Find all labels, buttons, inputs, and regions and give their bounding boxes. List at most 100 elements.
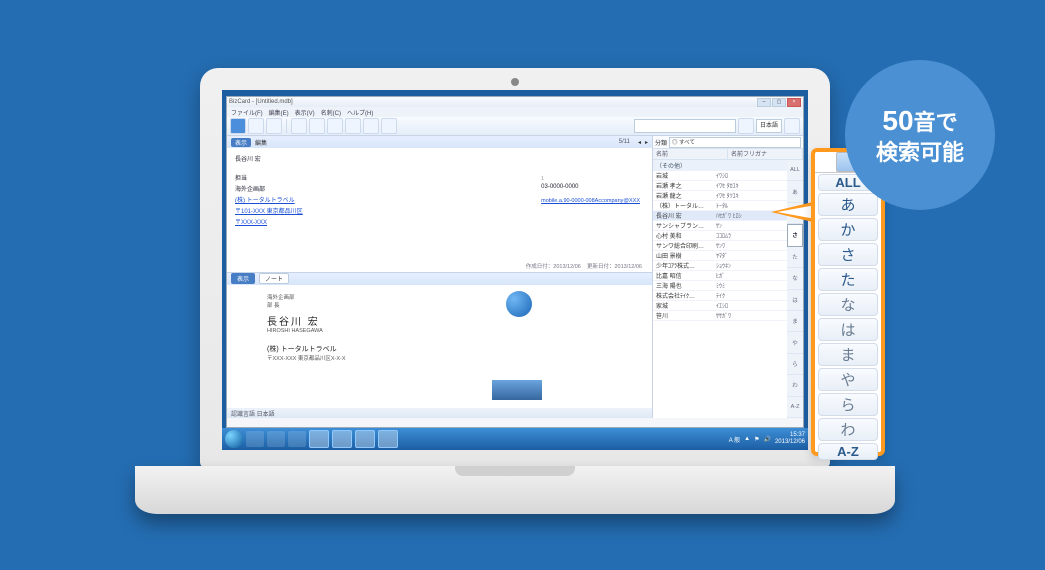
search-button[interactable]	[738, 118, 754, 134]
list-item[interactable]: （株）トータル…ﾄｰﾀﾙ	[653, 201, 787, 211]
tray-icon-2[interactable]: ⚑	[754, 436, 759, 443]
index-tab-は[interactable]: は	[787, 290, 803, 311]
callout-index-わ[interactable]: わ	[818, 418, 878, 441]
list-item[interactable]: 株式会社ﾃｲｸ…ﾃｲｸ	[653, 291, 787, 301]
index-tab-さ[interactable]: さ	[787, 224, 803, 246]
toolbar-btn-4[interactable]	[291, 118, 307, 134]
tray-icon[interactable]: ▲	[744, 436, 750, 442]
side-dropdown[interactable]: ◎ すべて	[669, 137, 801, 148]
callout-index-あ[interactable]: あ	[818, 193, 878, 216]
side-column-headers: 名前 名前フリガナ	[653, 149, 803, 160]
toolbar-btn-9[interactable]	[381, 118, 397, 134]
list-item[interactable]: サンワ総合印刷…ｻﾝﾜ	[653, 241, 787, 251]
app-statusbar: 認識言語 日本語	[227, 408, 652, 418]
index-tab-ALL[interactable]: ALL	[787, 160, 803, 181]
maximize-button[interactable]: ▢	[772, 98, 786, 107]
callout-index-ま[interactable]: ま	[818, 343, 878, 366]
detail-zip[interactable]: 〒XXX-XXX	[235, 217, 644, 226]
taskbar-media-icon[interactable]	[288, 431, 306, 447]
callout-index-ら[interactable]: ら	[818, 393, 878, 416]
card-dept: 海外企画部	[267, 293, 612, 301]
taskbar-app-4[interactable]	[378, 430, 398, 448]
index-tab-や[interactable]: や	[787, 332, 803, 353]
list-item[interactable]: 少年ｺｱﾗ株式…ｼｮｳﾈﾝ	[653, 261, 787, 271]
taskbar-app-3[interactable]	[355, 430, 375, 448]
taskbar-clock[interactable]: 15:37 2013/12/06	[775, 432, 805, 446]
minimize-button[interactable]: –	[757, 98, 771, 107]
taskbar-app-1[interactable]	[309, 430, 329, 448]
callout-line2: 検索可能	[876, 140, 964, 165]
index-tab-ま[interactable]: ま	[787, 311, 803, 332]
callout-index-や[interactable]: や	[818, 368, 878, 391]
card-tab-view[interactable]: 表示	[231, 273, 255, 284]
menu-view[interactable]: 表示(V)	[295, 108, 315, 117]
contact-list[interactable]: （その他）岩城ｲﾜｼﾛ岩瀬 孝之ｲﾜｾ ﾀｶﾕｷ岩瀬 龍之ｲﾜｾ ﾀﾂﾕｷ（株）…	[653, 160, 787, 418]
list-item[interactable]: 岩瀬 孝之ｲﾜｾ ﾀｶﾕｷ	[653, 181, 787, 191]
list-item[interactable]: 山田 景樹ﾔﾏﾀﾞ	[653, 251, 787, 261]
phonetic-index: ALLあかさたなはまやらわA-Z	[787, 160, 803, 418]
card-photo	[492, 380, 542, 400]
callout-index-た[interactable]: た	[818, 268, 878, 291]
detail-name: 長谷川 宏	[235, 154, 644, 163]
search-input[interactable]	[634, 119, 736, 133]
card-address: 〒XXX-XXX 東京都品川区X-X-X	[267, 354, 612, 362]
toolbar-btn-5[interactable]	[309, 118, 325, 134]
callout-index-は[interactable]: は	[818, 318, 878, 341]
toolbar-btn-1[interactable]	[230, 118, 246, 134]
taskbar-ie-icon[interactable]	[246, 431, 264, 447]
tray-icon-3[interactable]: 🔊	[763, 436, 770, 443]
list-item[interactable]: 心村 美和ｺｺﾛﾑﾗ	[653, 231, 787, 241]
menu-card[interactable]: 名刺(C)	[321, 108, 341, 117]
callout-number: 50	[882, 105, 913, 136]
edit-tab[interactable]: 編集	[255, 138, 267, 147]
taskbar-app-2[interactable]	[332, 430, 352, 448]
detail-dates: 作成日付：2013/12/06 更新日付：2013/12/06	[526, 262, 642, 270]
ime-indicator[interactable]: A 般	[729, 435, 740, 444]
language-indicator[interactable]: 日本語	[756, 119, 782, 133]
detail-address[interactable]: 〒101-XXX 東京都品川区	[235, 206, 644, 215]
list-item[interactable]: 岩城ｲﾜｼﾛ	[653, 171, 787, 181]
detail-pane: 長谷川 宏 担当 海外企画部 (株) トータルトラベル 〒101-XXX 東京都…	[227, 148, 652, 273]
menu-edit[interactable]: 編集(E)	[269, 108, 289, 117]
menu-help[interactable]: ヘルプ(H)	[347, 108, 373, 117]
business-card-preview: 海外企画部 部 長 長谷川 宏 HIROSHI HASEGAWA (株) トータ…	[227, 285, 652, 409]
index-tab-ら[interactable]: ら	[787, 354, 803, 375]
col-name[interactable]: 名前	[653, 149, 728, 159]
list-item[interactable]: サンシャブラン…ｻﾝ	[653, 221, 787, 231]
menubar: ファイル(F) 編集(E) 表示(V) 名刺(C) ヘルプ(H)	[227, 107, 803, 117]
pager-prev-icon[interactable]: ◂	[638, 139, 641, 146]
callout-index-さ[interactable]: さ	[818, 243, 878, 266]
index-tab-わ[interactable]: わ	[787, 375, 803, 396]
toolbar-btn-6[interactable]	[327, 118, 343, 134]
toolbar-btn-2[interactable]	[248, 118, 264, 134]
toolbar-btn-7[interactable]	[345, 118, 361, 134]
toolbar-btn-3[interactable]	[266, 118, 282, 134]
index-tab-な[interactable]: な	[787, 268, 803, 289]
titlebar[interactable]: BizCard - [Untitled.mdb] – ▢ ×	[227, 97, 803, 107]
list-item[interactable]: 笹川ｻｻｶﾞﾜ	[653, 311, 787, 321]
menu-file[interactable]: ファイル(F)	[231, 108, 263, 117]
close-button[interactable]: ×	[787, 98, 801, 107]
record-pager: 5/11	[619, 139, 630, 145]
callout-index-A-Z[interactable]: A-Z	[818, 443, 878, 460]
index-tab-た[interactable]: た	[787, 247, 803, 268]
view-tab[interactable]: 表示	[231, 138, 251, 147]
main-panel: 表示 編集 5/11 ◂ ▸ 長谷川 宏 担当 海外企画部 (株) トータルトラ…	[227, 136, 652, 418]
card-tab-note[interactable]: ノート	[259, 273, 289, 284]
list-item[interactable]: 長谷川 宏ﾊｾｶﾞﾜ ﾋﾛｼ	[653, 211, 787, 221]
taskbar-explorer-icon[interactable]	[267, 431, 285, 447]
list-item[interactable]: 家城ｲｴｼﾛ	[653, 301, 787, 311]
detail-email[interactable]: mobile.a.90-0000-008Accompany@XXX	[541, 198, 640, 204]
list-item[interactable]: 岩瀬 龍之ｲﾜｾ ﾀﾂﾕｷ	[653, 191, 787, 201]
col-furigana[interactable]: 名前フリガナ	[728, 149, 803, 159]
pager-next-icon[interactable]: ▸	[645, 139, 648, 146]
toolbar-btn-8[interactable]	[363, 118, 379, 134]
list-item[interactable]: 三海 陽也ﾐｳﾐ	[653, 281, 787, 291]
start-button[interactable]	[225, 430, 243, 448]
callout-index-な[interactable]: な	[818, 293, 878, 316]
list-item[interactable]: 比嘉 昭信ﾋｶﾞ	[653, 271, 787, 281]
callout-index-か[interactable]: か	[818, 218, 878, 241]
toolbar-btn-lang[interactable]	[784, 118, 800, 134]
index-tab-A-Z[interactable]: A-Z	[787, 397, 803, 418]
callout-badge: 50音で 検索可能	[845, 60, 995, 210]
